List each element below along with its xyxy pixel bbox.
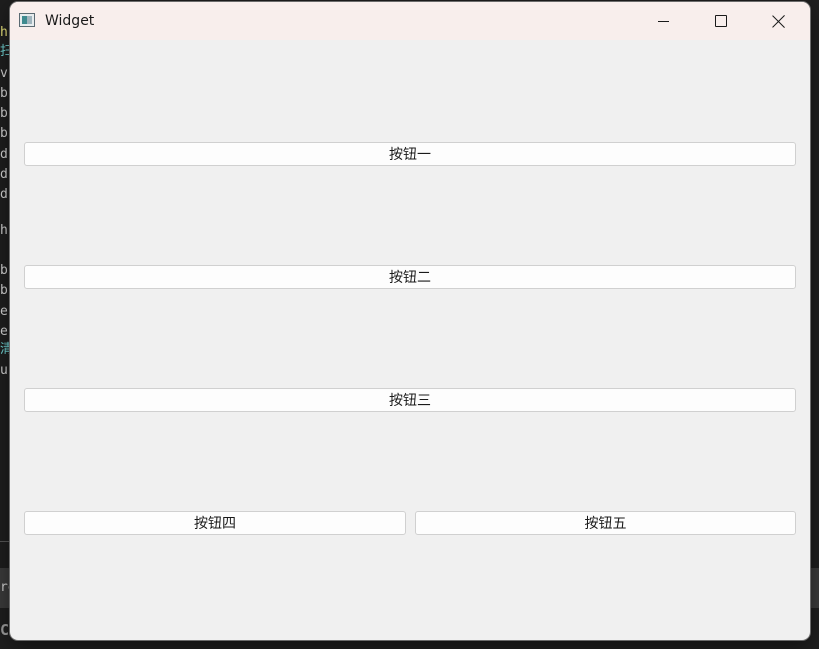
minimize-button[interactable] — [634, 2, 692, 40]
close-button[interactable] — [750, 2, 808, 40]
title-bar[interactable]: Widget — [10, 2, 810, 40]
window-title: Widget — [45, 13, 95, 29]
maximize-icon — [715, 15, 727, 27]
button-four[interactable]: 按钮四 — [24, 511, 406, 535]
minimize-icon — [657, 20, 669, 22]
widget-window: Widget 按钮一 按钮二 按钮三 按钮四 按钮五 — [10, 2, 810, 640]
window-app-icon[interactable] — [19, 13, 35, 27]
button-one[interactable]: 按钮一 — [24, 142, 796, 166]
widget-client-area: 按钮一 按钮二 按钮三 按钮四 按钮五 — [10, 40, 810, 640]
button-five[interactable]: 按钮五 — [415, 511, 796, 535]
button-two[interactable]: 按钮二 — [24, 265, 796, 289]
button-three[interactable]: 按钮三 — [24, 388, 796, 412]
maximize-button[interactable] — [692, 2, 750, 40]
close-icon — [772, 14, 786, 28]
